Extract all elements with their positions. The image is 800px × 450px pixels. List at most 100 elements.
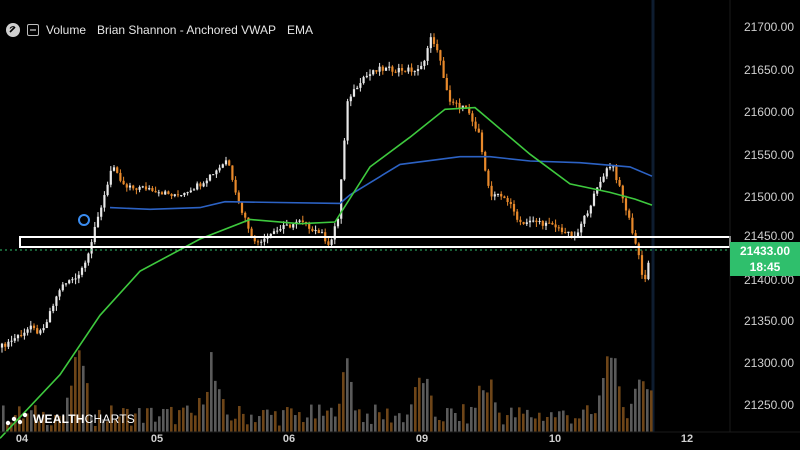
volume-bar — [362, 422, 365, 432]
candle-body — [567, 231, 570, 234]
legend-item-ema[interactable]: EMA — [287, 23, 313, 37]
volume-bar — [630, 403, 633, 432]
candle-body — [538, 221, 541, 223]
candle-body — [509, 202, 512, 205]
brand-logo-icon — [5, 412, 28, 426]
volume-bar — [414, 387, 417, 432]
volume-bar — [194, 415, 197, 432]
price-tick: 21500.00 — [743, 190, 794, 204]
candle-body — [228, 160, 231, 166]
candle-countdown: 18:45 — [749, 260, 781, 274]
candle-body — [452, 101, 455, 103]
candle-body — [16, 335, 20, 339]
volume-bar — [286, 407, 289, 432]
candle-body — [519, 219, 522, 222]
volume-bar — [626, 418, 629, 432]
volume-bar — [218, 389, 221, 432]
volume-bar — [314, 418, 317, 432]
candle-body — [154, 191, 157, 193]
volume-bar — [490, 379, 493, 432]
legend-item-volume[interactable]: Volume — [46, 23, 86, 37]
candle-body — [116, 167, 119, 173]
candle-body — [500, 193, 503, 197]
volume-bar — [534, 418, 537, 432]
candle-body — [119, 172, 122, 181]
volume-bar — [610, 357, 613, 432]
candle-body — [557, 227, 560, 229]
volume-bar — [326, 410, 329, 432]
candle-body — [356, 87, 359, 90]
volume-bar — [294, 415, 297, 432]
candle-body — [160, 192, 164, 195]
candle-body — [618, 180, 621, 186]
candle-body — [432, 37, 436, 44]
volume-bar — [386, 408, 389, 432]
candle-body — [525, 222, 528, 224]
volume-bar — [278, 425, 281, 432]
candle-body — [317, 230, 320, 234]
candle-body — [644, 274, 647, 280]
volume-bar — [546, 416, 549, 432]
time-tick: 06 — [282, 433, 296, 445]
candle-body — [112, 167, 116, 171]
volume-bar — [318, 404, 321, 432]
candle-body — [637, 243, 640, 256]
volume-bar — [346, 358, 349, 432]
volume-bar — [390, 422, 393, 432]
candle-body — [420, 65, 423, 70]
price-tick: 21300.00 — [743, 356, 794, 370]
volume-bar — [242, 413, 245, 432]
candle-body — [592, 193, 596, 206]
candle-body — [276, 230, 279, 232]
volume-bar — [526, 409, 529, 432]
candle-body — [109, 170, 112, 185]
candle-body — [634, 233, 637, 244]
legend-item-anchored-vwap[interactable]: Brian Shannon - Anchored VWAP — [97, 23, 276, 37]
candle-body — [157, 192, 160, 194]
candle-body — [471, 113, 474, 122]
volume-bar — [302, 422, 305, 432]
candle-body — [231, 165, 234, 180]
price-tick: 21450.00 — [743, 229, 794, 243]
candle-body — [208, 174, 212, 181]
volume-bar — [138, 408, 141, 432]
volume-bar — [166, 409, 169, 432]
volume-bar — [442, 421, 445, 432]
volume-bar — [538, 412, 541, 432]
volume-bar — [618, 386, 621, 432]
volume-bar — [394, 415, 397, 432]
visibility-toggle-icon[interactable] — [6, 23, 20, 37]
candle-body — [416, 69, 420, 72]
candle-body — [394, 71, 397, 73]
candle-body — [400, 68, 404, 71]
ema-line[interactable] — [0, 106, 653, 439]
candle-body — [448, 90, 452, 102]
anchored-vwap-line[interactable] — [109, 155, 653, 211]
candle-body — [61, 284, 64, 291]
candlesticks — [0, 33, 650, 353]
volume-bar — [322, 415, 325, 432]
price-chart[interactable] — [0, 0, 800, 450]
candle-body — [560, 227, 564, 233]
volume-bar — [422, 383, 425, 432]
volume-bar — [298, 412, 301, 432]
volume-bar — [570, 423, 573, 432]
candle-body — [87, 253, 90, 263]
candle-body — [439, 50, 442, 61]
volume-bar — [262, 410, 265, 432]
highlight-zone-rectangle[interactable] — [19, 236, 731, 248]
volume-bar — [550, 412, 553, 432]
candle-body — [522, 221, 525, 224]
volume-bar — [466, 423, 469, 432]
volume-bar — [366, 413, 369, 432]
price-tick: 21700.00 — [743, 20, 794, 34]
brand-name-light: CHARTS — [84, 412, 135, 426]
anchor-point-icon[interactable] — [78, 214, 90, 226]
volume-bar — [230, 420, 233, 432]
price-tick: 21600.00 — [743, 105, 794, 119]
candle-body — [10, 340, 13, 342]
candle-body — [26, 329, 29, 333]
candle-body — [372, 70, 375, 75]
collapse-icon[interactable] — [27, 24, 39, 36]
candle-body — [474, 121, 477, 129]
